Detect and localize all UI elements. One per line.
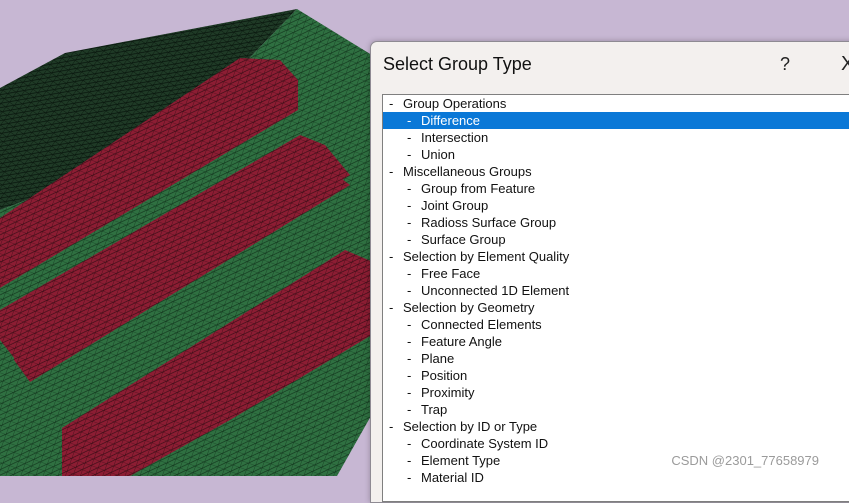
tree-bullet: - — [407, 130, 415, 145]
tree-item[interactable]: - Union — [383, 146, 849, 163]
tree-bullet: - — [389, 96, 397, 111]
tree-item[interactable]: - Trap — [383, 401, 849, 418]
tree-item[interactable]: - Connected Elements — [383, 316, 849, 333]
tree-label: Proximity — [421, 385, 475, 400]
tree-bullet: - — [407, 266, 415, 281]
tree-bullet: - — [407, 351, 415, 366]
tree-label: Material ID — [421, 470, 484, 485]
tree-item[interactable]: - Intersection — [383, 129, 849, 146]
tree-bullet: - — [407, 181, 415, 196]
tree-label: Selection by Geometry — [403, 300, 535, 315]
tree-bullet: - — [407, 283, 415, 298]
tree-item[interactable]: - Material ID — [383, 469, 849, 486]
tree-item[interactable]: - Coordinate System ID — [383, 435, 849, 452]
tree-bullet: - — [407, 368, 415, 383]
tree-bullet: - — [407, 453, 415, 468]
tree-label: Plane — [421, 351, 455, 366]
tree-label: Difference — [421, 113, 481, 128]
tree-label: Feature Angle — [421, 334, 502, 349]
select-group-type-dialog: Select Group Type ? X - Group Operations… — [370, 41, 849, 503]
tree-item[interactable]: - Radioss Surface Group — [383, 214, 849, 231]
tree-label: Miscellaneous Groups — [403, 164, 532, 179]
tree-item[interactable]: - Group from Feature — [383, 180, 849, 197]
tree-bullet: - — [407, 198, 415, 213]
help-button[interactable]: ? — [773, 52, 797, 76]
group-type-tree[interactable]: - Group Operations - Difference - Intersec… — [382, 94, 849, 502]
tree-group[interactable]: - Group Operations — [383, 95, 849, 112]
tree-label: Selection by ID or Type — [403, 419, 538, 434]
tree-label: Coordinate System ID — [421, 436, 549, 451]
tree-bullet: - — [407, 334, 415, 349]
tree-item[interactable]: - Feature Angle — [383, 333, 849, 350]
tree-bullet: - — [407, 402, 415, 417]
tree-bullet: - — [389, 419, 397, 434]
tree-group[interactable]: - Selection by Element Quality — [383, 248, 849, 265]
tree-bullet: - — [389, 300, 397, 315]
tree-bullet: - — [407, 317, 415, 332]
tree-label: Selection by Element Quality — [403, 249, 570, 264]
tree-item[interactable]: - Proximity — [383, 384, 849, 401]
close-button[interactable]: X — [841, 52, 849, 76]
tree-group[interactable]: - Selection by Geometry — [383, 299, 849, 316]
tree-label: Group from Feature — [421, 181, 536, 196]
tree-bullet: - — [407, 385, 415, 400]
tree-label: Connected Elements — [421, 317, 542, 332]
tree-bullet: - — [407, 215, 415, 230]
tree-bullet: - — [407, 113, 415, 128]
tree-label: Joint Group — [421, 198, 489, 213]
tree-label: Surface Group — [421, 232, 506, 247]
dialog-title: Select Group Type — [383, 54, 532, 74]
tree-label: Element Type — [421, 453, 501, 468]
tree-bullet: - — [407, 147, 415, 162]
tree-bullet: - — [407, 470, 415, 485]
tree-item[interactable]: - Joint Group — [383, 197, 849, 214]
tree-group[interactable]: - Miscellaneous Groups — [383, 163, 849, 180]
tree-bullet: - — [389, 164, 397, 179]
tree-bullet: - — [407, 436, 415, 451]
tree-label: Intersection — [421, 130, 489, 145]
tree-label: Unconnected 1D Element — [421, 283, 570, 298]
tree-label: Radioss Surface Group — [421, 215, 557, 230]
watermark: CSDN @2301_77658979 — [671, 453, 819, 468]
tree-label: Group Operations — [403, 96, 507, 111]
tree-item[interactable]: - Free Face — [383, 265, 849, 282]
tree-item[interactable]: - Unconnected 1D Element — [383, 282, 849, 299]
tree-group[interactable]: - Selection by ID or Type — [383, 418, 849, 435]
tree-item[interactable]: - Surface Group — [383, 231, 849, 248]
tree-item[interactable]: - Plane — [383, 350, 849, 367]
tree-bullet: - — [389, 249, 397, 264]
tree-label: Union — [421, 147, 455, 162]
tree-item[interactable]: - Position — [383, 367, 849, 384]
tree-item[interactable]: - Difference — [383, 112, 849, 129]
tree-label: Free Face — [421, 266, 481, 281]
dialog-titlebar[interactable]: Select Group Type ? X — [371, 42, 849, 88]
tree-label: Position — [421, 368, 468, 383]
tree-bullet: - — [407, 232, 415, 247]
tree-label: Trap — [421, 402, 448, 417]
